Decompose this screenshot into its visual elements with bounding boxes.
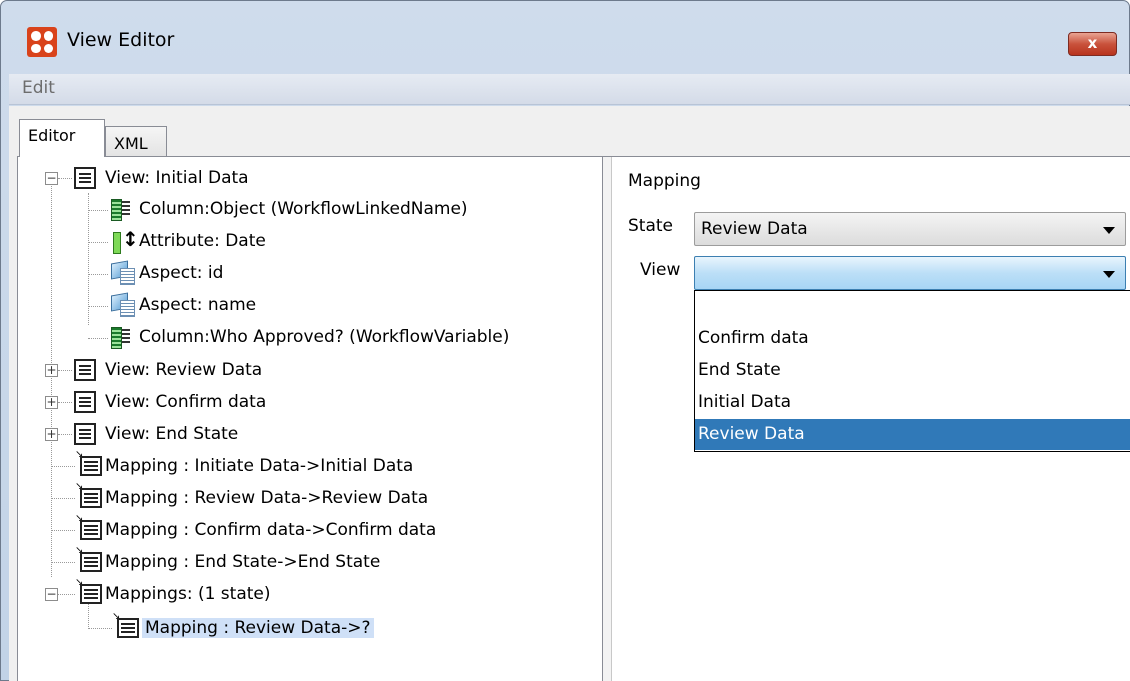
tree-line <box>88 274 108 275</box>
column-icon <box>111 199 131 221</box>
tree-node-mapping-end[interactable]: Mapping : End State->End State <box>105 547 380 577</box>
mapping-icon: ↘ <box>75 545 102 572</box>
dropdown-option-end-state[interactable]: End State <box>695 355 1130 386</box>
tree-node-mappings-group[interactable]: Mappings: (1 state) <box>105 579 271 609</box>
selected-node-label: Mapping : Review Data->? <box>142 618 374 638</box>
tree-line <box>88 628 112 629</box>
tree-node-column-who-approved[interactable]: Column:Who Approved? (WorkflowVariable) <box>139 322 509 352</box>
app-icon <box>27 27 57 57</box>
tab-xml[interactable]: XML <box>105 126 167 157</box>
aspect-icon <box>111 294 135 317</box>
view-dropdown-list: Confirm data End State Initial Data Revi… <box>694 290 1130 452</box>
attribute-icon <box>111 227 139 254</box>
expand-icon[interactable]: + <box>45 364 58 377</box>
view-select[interactable] <box>694 256 1126 290</box>
aspect-icon <box>111 262 135 285</box>
tree-line <box>51 177 52 577</box>
dropdown-option-empty[interactable] <box>695 291 1130 322</box>
tree-node-attribute-date[interactable]: Attribute: Date <box>139 226 266 256</box>
tree-line <box>58 370 72 371</box>
tree-node-column-object[interactable]: Column:Object (WorkflowLinkedName) <box>139 194 468 224</box>
dropdown-option-review-data[interactable]: Review Data <box>695 419 1130 450</box>
menu-bar: Edit <box>9 74 1130 105</box>
view-editor-window: View Editor x Edit XML Editor − View: In… <box>0 0 1130 681</box>
mapping-icon: ↘ <box>75 577 102 604</box>
mapping-icon: ↘ <box>75 513 102 540</box>
view-icon <box>74 423 96 445</box>
splitter[interactable] <box>602 157 612 681</box>
expand-icon[interactable]: + <box>45 428 58 441</box>
editor-panel: − View: Initial Data Column:Object (Work… <box>17 156 1130 681</box>
tree-line <box>58 434 72 435</box>
view-icon <box>74 391 96 413</box>
tree-node-mapping-review[interactable]: Mapping : Review Data->Review Data <box>105 483 428 513</box>
tree-node-aspect-name[interactable]: Aspect: name <box>139 290 256 320</box>
tree-node-view-initial-data[interactable]: View: Initial Data <box>105 163 249 193</box>
chevron-down-icon <box>1103 271 1115 278</box>
tree-line <box>51 498 75 499</box>
tree-line <box>88 306 108 307</box>
close-button[interactable]: x <box>1068 32 1117 56</box>
collapse-icon[interactable]: − <box>45 588 58 601</box>
mapping-panel: Mapping State Review Data View Confirm d… <box>614 157 1130 681</box>
state-label: State <box>628 216 673 236</box>
tree-line <box>51 562 75 563</box>
tree-line <box>88 338 108 339</box>
tree-node-aspect-id[interactable]: Aspect: id <box>139 258 223 288</box>
tree-line <box>58 178 72 179</box>
state-select-value: Review Data <box>701 219 808 239</box>
tree-node-mapping-confirm[interactable]: Mapping : Confirm data->Confirm data <box>105 515 436 545</box>
tree-node-view-end-state[interactable]: View: End State <box>105 419 238 449</box>
tree-line <box>88 242 108 243</box>
client-area: XML Editor − View: Initial Data Column:O… <box>9 106 1130 681</box>
tree-node-view-confirm-data[interactable]: View: Confirm data <box>105 387 266 417</box>
view-label: View <box>640 260 681 280</box>
mapping-icon: ↘ <box>75 481 102 508</box>
tree-line <box>58 402 72 403</box>
dropdown-option-initial-data[interactable]: Initial Data <box>695 387 1130 418</box>
view-icon <box>74 167 96 189</box>
mapping-icon: ↘ <box>112 611 139 638</box>
view-icon <box>74 359 96 381</box>
column-icon <box>111 327 131 349</box>
tree-line <box>51 530 75 531</box>
title-bar[interactable]: View Editor x <box>1 1 1129 63</box>
mapping-icon: ↘ <box>75 449 102 476</box>
view-tree[interactable]: − View: Initial Data Column:Object (Work… <box>18 157 602 681</box>
window-title: View Editor <box>67 29 175 51</box>
tree-node-mapping-selected[interactable]: Mapping : Review Data->? <box>142 613 374 643</box>
tree-line <box>58 594 75 595</box>
tree-line <box>88 210 108 211</box>
tree-node-view-review-data[interactable]: View: Review Data <box>105 355 262 385</box>
tab-editor[interactable]: Editor <box>19 119 105 157</box>
state-select[interactable]: Review Data <box>694 212 1126 246</box>
expand-icon[interactable]: + <box>45 396 58 409</box>
menu-edit[interactable]: Edit <box>22 78 55 98</box>
tree-node-mapping-initiate[interactable]: Mapping : Initiate Data->Initial Data <box>105 451 413 481</box>
chevron-down-icon <box>1103 227 1115 234</box>
dropdown-option-confirm-data[interactable]: Confirm data <box>695 323 1130 354</box>
tree-line <box>51 466 75 467</box>
collapse-icon[interactable]: − <box>45 172 58 185</box>
mapping-title: Mapping <box>628 171 701 191</box>
